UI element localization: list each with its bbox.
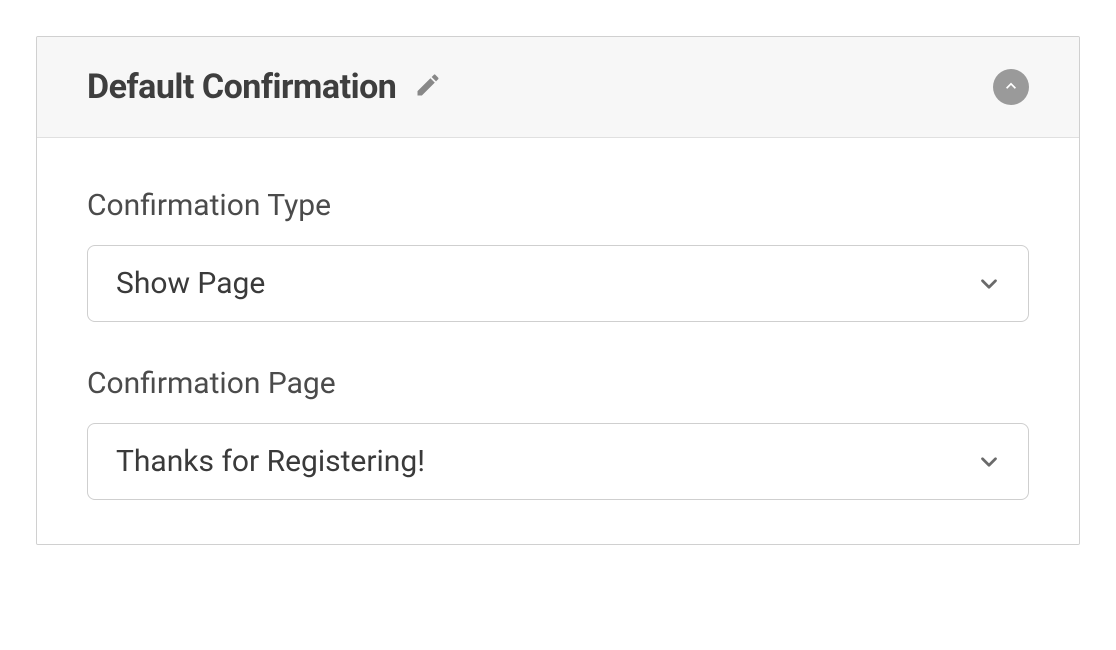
confirmation-type-label: Confirmation Type (87, 188, 1029, 223)
collapse-button[interactable] (993, 69, 1029, 105)
edit-icon[interactable] (414, 71, 442, 103)
panel-header: Default Confirmation (37, 37, 1079, 138)
field-confirmation-page: Confirmation Page Thanks for Registering… (87, 366, 1029, 500)
panel-title: Default Confirmation (87, 67, 396, 107)
confirmation-type-value: Show Page (116, 266, 265, 301)
panel-header-left: Default Confirmation (87, 67, 442, 107)
confirmation-page-label: Confirmation Page (87, 366, 1029, 401)
confirmation-page-select[interactable]: Thanks for Registering! (87, 423, 1029, 500)
panel-body: Confirmation Type Show Page Confirmation… (37, 138, 1079, 544)
default-confirmation-panel: Default Confirmation Confirmation Type S… (36, 36, 1080, 545)
field-confirmation-type: Confirmation Type Show Page (87, 188, 1029, 322)
confirmation-type-select[interactable]: Show Page (87, 245, 1029, 322)
confirmation-page-value: Thanks for Registering! (116, 444, 425, 479)
chevron-up-icon (1001, 76, 1021, 99)
